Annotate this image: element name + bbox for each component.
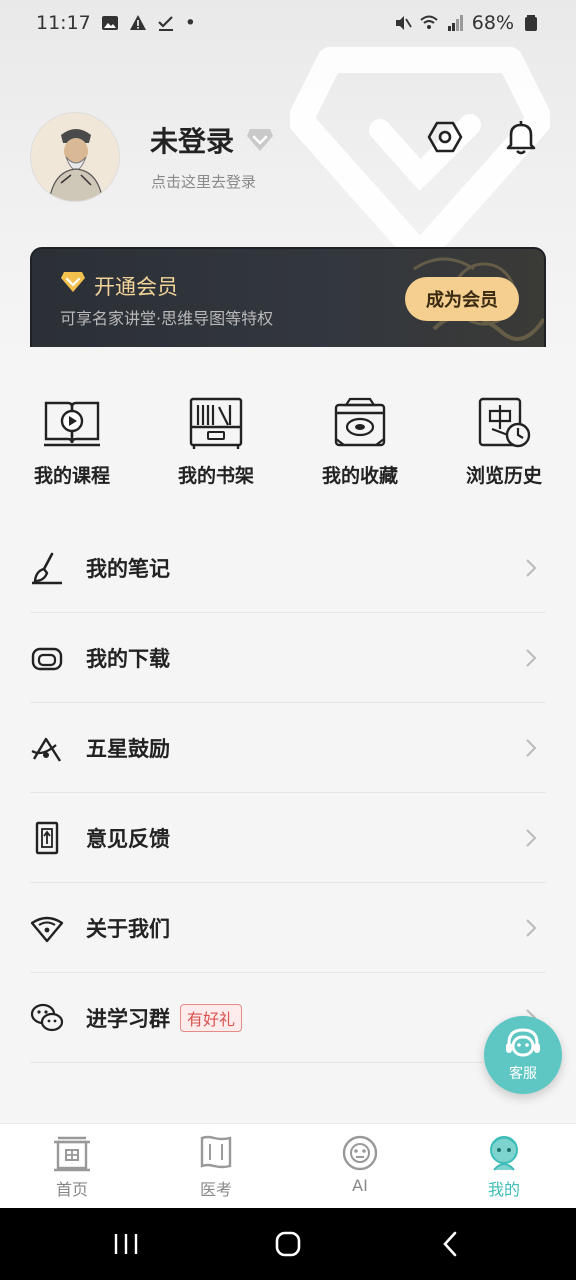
profile-mascot-icon xyxy=(490,1136,518,1171)
browse-history-label: 浏览历史 xyxy=(465,465,542,487)
recent-apps-icon xyxy=(114,1234,138,1254)
username[interactable]: 未登录 xyxy=(150,120,234,160)
login-hint[interactable]: 点击这里去登录 xyxy=(151,171,256,192)
menu-item-downloads[interactable]: 我的下载 xyxy=(30,613,546,703)
bell-icon xyxy=(506,121,536,155)
status-bar: 11:17 • 68% xyxy=(0,0,576,46)
download-icon xyxy=(31,647,63,670)
menu-label-feedback: 意见反馈 xyxy=(86,825,170,851)
vip-title: 开通会员 xyxy=(94,275,178,299)
menu-item-feedback[interactable]: 意见反馈 xyxy=(30,793,546,883)
menu-item-notes[interactable]: 我的笔记 xyxy=(30,523,546,613)
main-panel: 我的课程 我的书架 我的收藏 浏览历史 我的笔记 我的下载 五星鼓励 意见反馈 … xyxy=(0,347,576,1123)
tab-ai[interactable]: AI xyxy=(288,1134,432,1195)
menu-list: 我的笔记 我的下载 五星鼓励 意见反馈 关于我们 进学习群 有好礼 xyxy=(30,523,546,1063)
scroll-icon xyxy=(200,1135,232,1169)
chevron-right-icon xyxy=(526,919,537,937)
menu-label-downloads: 我的下载 xyxy=(86,645,170,671)
avatar-portrait-icon xyxy=(31,113,119,201)
tab-home[interactable]: 首页 xyxy=(0,1134,144,1200)
home-button[interactable] xyxy=(268,1226,308,1262)
gift-badge: 有好礼 xyxy=(180,1003,243,1032)
about-icon xyxy=(30,916,64,942)
my-courses-label: 我的课程 xyxy=(33,465,110,487)
battery-level: 68% xyxy=(471,12,514,34)
signal-icon xyxy=(447,15,463,31)
my-bookshelf-button[interactable]: 我的书架 xyxy=(144,395,288,488)
chevron-right-icon xyxy=(526,739,537,757)
status-time: 11:17 xyxy=(36,12,91,34)
recent-apps-button[interactable] xyxy=(106,1226,146,1262)
ai-icon xyxy=(342,1135,378,1171)
tab-ai-label: AI xyxy=(352,1176,368,1195)
menu-label-study-group: 进学习群 xyxy=(86,1005,170,1031)
mute-icon xyxy=(395,16,412,30)
menu-label-notes: 我的笔记 xyxy=(86,555,170,581)
bottom-tab-bar: 首页 医考 AI 我的 xyxy=(0,1123,576,1208)
treasure-box-icon xyxy=(334,397,386,447)
my-favorites-label: 我的收藏 xyxy=(321,465,398,487)
my-favorites-button[interactable]: 我的收藏 xyxy=(288,395,432,488)
notification-button[interactable] xyxy=(500,116,542,158)
avatar[interactable] xyxy=(30,112,120,202)
vip-diamond-icon xyxy=(61,272,85,292)
tab-exam[interactable]: 医考 xyxy=(144,1134,288,1200)
tab-mine[interactable]: 我的 xyxy=(432,1134,576,1200)
home-gate-icon xyxy=(54,1136,90,1172)
my-bookshelf-label: 我的书架 xyxy=(177,465,254,487)
quick-actions: 我的课程 我的书架 我的收藏 浏览历史 xyxy=(0,395,576,495)
menu-label-rate: 五星鼓励 xyxy=(86,735,170,761)
chevron-right-icon xyxy=(526,559,537,577)
my-courses-button[interactable]: 我的课程 xyxy=(0,395,144,488)
system-navigation-bar xyxy=(0,1208,576,1280)
battery-icon xyxy=(525,15,537,31)
menu-label-about: 关于我们 xyxy=(86,915,170,941)
chevron-right-icon xyxy=(526,829,537,847)
settings-button[interactable] xyxy=(424,116,466,158)
course-book-icon xyxy=(44,401,100,447)
menu-item-rate[interactable]: 五星鼓励 xyxy=(30,703,546,793)
wechat-icon xyxy=(30,1003,64,1031)
headset-icon xyxy=(506,1028,540,1057)
member-badge-icon xyxy=(247,129,273,151)
back-button[interactable] xyxy=(430,1226,470,1262)
star-icon xyxy=(31,737,62,762)
browse-history-button[interactable]: 浏览历史 xyxy=(432,395,576,488)
tab-mine-label: 我的 xyxy=(487,1180,520,1199)
chevron-right-icon xyxy=(526,649,537,667)
gallery-icon xyxy=(101,16,118,30)
feedback-icon xyxy=(35,821,59,854)
warning-icon xyxy=(129,15,146,30)
status-dot: • xyxy=(184,12,196,34)
task-done-icon xyxy=(157,16,173,31)
menu-item-about[interactable]: 关于我们 xyxy=(30,883,546,973)
tab-home-label: 首页 xyxy=(55,1180,88,1199)
wifi-icon xyxy=(420,15,438,29)
bookshelf-icon xyxy=(189,397,243,449)
customer-service-label: 客服 xyxy=(509,1066,537,1082)
menu-item-study-group[interactable]: 进学习群 有好礼 xyxy=(30,973,546,1063)
brush-icon xyxy=(32,552,62,584)
vip-card[interactable]: 开通会员 可享名家讲堂·思维导图等特权 成为会员 xyxy=(30,247,546,357)
tab-exam-label: 医考 xyxy=(199,1180,232,1199)
settings-hexagon-icon xyxy=(427,121,463,153)
home-icon xyxy=(275,1231,301,1257)
vip-description: 可享名家讲堂·思维导图等特权 xyxy=(60,309,274,328)
become-member-button[interactable]: 成为会员 xyxy=(405,277,519,321)
customer-service-button[interactable]: 客服 xyxy=(484,1016,562,1094)
back-icon xyxy=(443,1231,457,1257)
history-clock-icon xyxy=(478,397,531,448)
